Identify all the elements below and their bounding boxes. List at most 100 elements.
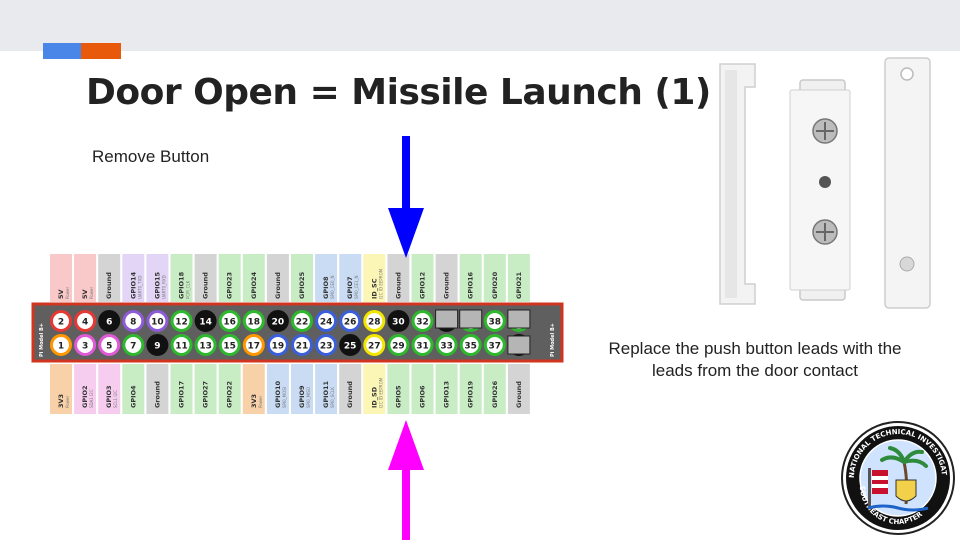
bottom-pin-number: 7	[130, 342, 136, 352]
top-pin-number: 24	[320, 318, 333, 328]
top-pin-label: Ground	[394, 272, 402, 299]
arrow-down-shaft	[402, 136, 410, 210]
door-contact-photo	[719, 57, 931, 309]
bottom-pin-label: GPIO4	[129, 385, 137, 408]
bottom-pin-number: 11	[175, 342, 188, 352]
bottom-pin-label: 3V3	[57, 394, 65, 408]
top-pin-label: GPIO15	[153, 271, 161, 299]
caption-line-1: Replace the push button leads with the	[608, 339, 902, 358]
top-pin-label: GPIO12	[419, 272, 427, 299]
top-pin-label: 5V	[57, 289, 65, 299]
pin-cover	[435, 309, 459, 329]
bottom-pin-number: 23	[320, 342, 333, 352]
bottom-pin-number: 17	[248, 342, 261, 352]
bottom-pin-label: Ground	[346, 381, 354, 408]
ntia-seal-logo: NATIONAL TECHNICAL INVESTIGATORS' ASSOCI…	[838, 420, 955, 535]
top-pin-sublabel: UART0_TXD	[137, 276, 142, 299]
bottom-pin-number: 3	[82, 342, 88, 352]
top-pin-number: 26	[344, 318, 357, 328]
caption-line-2: leads from the door contact	[651, 361, 858, 380]
top-pin-label: ID_SC	[370, 278, 378, 299]
top-pin-number: 10	[151, 318, 164, 328]
bottom-pin-label: GPIO5	[394, 385, 402, 408]
bottom-pin-sublabel: SCL1 I2C	[113, 390, 118, 408]
top-pin-label: GPIO16	[467, 271, 475, 299]
bottom-pin-sublabel: SPI0_MISO	[306, 387, 311, 408]
top-pin-sublabel: UART0_RXD	[161, 275, 166, 299]
bottom-pin-number: 21	[296, 342, 309, 352]
top-pin-label: 5V	[81, 289, 89, 299]
bottom-pin-sublabel: SDA1 I2C	[89, 389, 94, 408]
bottom-pin-label: GPIO26	[491, 380, 499, 408]
bottom-pin-label: GPIO19	[467, 380, 475, 408]
top-pin-number: 30	[392, 318, 405, 328]
bottom-pin-label: ID_SD	[370, 386, 378, 408]
pin-cover	[507, 335, 531, 355]
bottom-pin-label: 3V3	[250, 394, 258, 408]
top-pin-sublabel: I2C ID EEPROM	[378, 268, 383, 299]
bottom-pin-sublabel: SPI0_SCLK	[330, 387, 335, 408]
bottom-pin-number: 31	[416, 342, 429, 352]
top-pin-sublabel: SPI0_CE0_N	[330, 275, 335, 299]
bottom-pin-sublabel: SPI0_MOSI	[282, 387, 287, 408]
top-pin-label: GPIO24	[250, 271, 258, 299]
top-pin-label: Ground	[443, 272, 451, 299]
top-pin-number: 12	[175, 318, 188, 328]
top-pin-label: Ground	[105, 272, 113, 299]
contact-bracket	[719, 63, 756, 305]
top-pin-number: 38	[489, 318, 502, 328]
top-pin-label: GPIO18	[178, 271, 186, 299]
top-pin-label: GPIO14	[129, 271, 137, 299]
bottom-pin-label: Ground	[153, 381, 161, 408]
top-pin-sublabel: Power	[89, 287, 94, 299]
bottom-pin-number: 1	[58, 342, 64, 352]
pin-cover	[459, 309, 483, 329]
bottom-pin-label: GPIO3	[105, 385, 113, 408]
arrow-up-head	[388, 420, 424, 470]
bottom-pin-number: 29	[392, 342, 405, 352]
pin-cover	[507, 309, 531, 329]
contact-magnet	[884, 57, 931, 309]
top-pin-label: GPIO8	[322, 276, 330, 299]
arrow-down-head	[388, 208, 424, 258]
bottom-pin-number: 25	[344, 342, 357, 352]
board-label-left: Pi Model B+	[39, 323, 45, 357]
bottom-pin-number: 15	[223, 342, 236, 352]
bottom-pin-label: GPIO11	[322, 380, 330, 408]
top-pin-number: 20	[272, 318, 285, 328]
top-pin-label: GPIO20	[491, 271, 499, 299]
bottom-pin-number: 33	[440, 342, 453, 352]
bottom-pin-number: 35	[464, 342, 477, 352]
bottom-pin-number: 9	[154, 342, 160, 352]
arrow-up-shaft	[402, 468, 410, 540]
top-pin-label: Ground	[274, 272, 282, 299]
contact-switch-body	[789, 79, 851, 301]
bottom-pin-number: 37	[489, 342, 502, 352]
board-label-right: Pi Model B+	[550, 323, 556, 357]
top-pin-number: 22	[296, 318, 309, 328]
instruction-caption: Replace the push button leads with the l…	[590, 338, 920, 382]
bottom-pin-label: GPIO13	[443, 381, 451, 408]
bottom-pin-number: 27	[368, 342, 381, 352]
top-pin-number: 6	[106, 318, 112, 328]
bottom-pin-number: 19	[272, 342, 285, 352]
bottom-pin-label: GPIO17	[178, 381, 186, 408]
bottom-pin-label: GPIO22	[226, 381, 234, 408]
top-pin-sublabel: PCM_CLK	[186, 280, 191, 299]
top-pin-label: Ground	[202, 272, 210, 299]
bottom-pin-label: GPIO2	[81, 385, 89, 408]
top-pin-number: 18	[248, 318, 261, 328]
bottom-pin-label: Ground	[515, 381, 523, 408]
top-pin-number: 8	[130, 318, 136, 328]
bottom-pin-label: GPIO6	[419, 385, 427, 408]
top-pin-number: 16	[223, 318, 236, 328]
bottom-pin-number: 5	[106, 342, 112, 352]
top-pin-number: 2	[58, 318, 64, 328]
top-pin-sublabel: SPI0_CE1_N	[354, 275, 359, 299]
top-pin-label: GPIO7	[346, 276, 354, 299]
bottom-pin-label: GPIO27	[202, 381, 210, 408]
bottom-pin-label: GPIO10	[274, 380, 282, 408]
top-pin-number: 32	[416, 318, 429, 328]
top-pin-number: 14	[199, 318, 212, 328]
top-pin-sublabel: Power	[65, 287, 70, 299]
